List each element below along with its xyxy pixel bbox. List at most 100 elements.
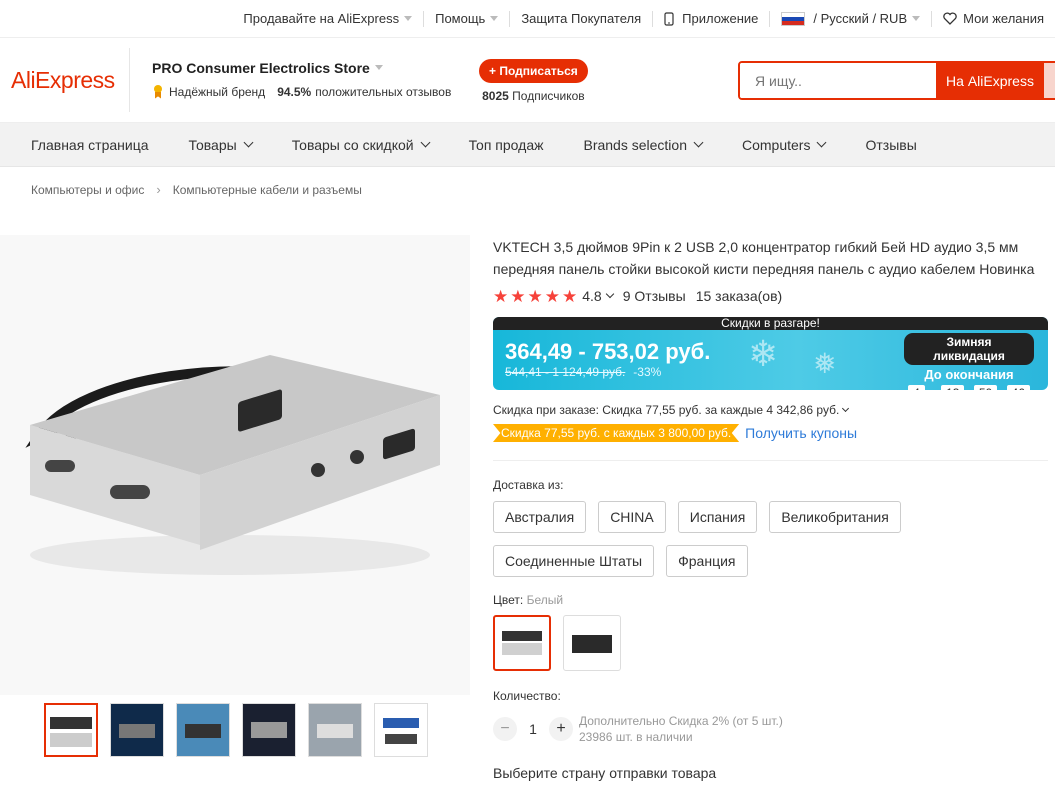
bulk-discount-note: Дополнительно Скидка 2% (от 5 шт.) bbox=[579, 714, 783, 728]
chevron-down-icon bbox=[693, 137, 704, 148]
subscribers: 8025 Подписчиков bbox=[479, 89, 588, 103]
order-discount-line[interactable]: Скидка при заказе: Скидка 77,55 руб. за … bbox=[493, 403, 1048, 417]
help-label: Помощь bbox=[435, 11, 486, 26]
timer-days-unit: д. bbox=[928, 386, 938, 390]
breadcrumb-cables[interactable]: Компьютерные кабели и разъемы bbox=[173, 183, 362, 197]
rating-value[interactable]: 4.8 bbox=[582, 288, 601, 304]
breadcrumb-computers[interactable]: Компьютеры и офис bbox=[31, 183, 144, 197]
subscribe-block: + Подписаться 8025 Подписчиков bbox=[479, 59, 588, 103]
thumbnail-1[interactable] bbox=[44, 703, 98, 757]
locale-label: / Русский / RUB bbox=[813, 11, 908, 26]
ship-from-usa[interactable]: Соединенные Штаты bbox=[493, 545, 655, 577]
thumbnail-4[interactable] bbox=[242, 703, 296, 757]
divider bbox=[493, 460, 1048, 461]
product-image[interactable] bbox=[0, 235, 470, 695]
countdown-timer: 4 д. 13: 50: 46 bbox=[904, 385, 1034, 390]
aliexpress-logo[interactable]: AliExpress bbox=[0, 48, 130, 112]
thumbnail-3[interactable] bbox=[176, 703, 230, 757]
color-option-white[interactable] bbox=[493, 615, 551, 671]
timer-hours: 13 bbox=[941, 385, 965, 390]
thumbnail-2[interactable] bbox=[110, 703, 164, 757]
search-bar: На AliExpress В bbox=[738, 61, 1055, 100]
medal-icon bbox=[152, 84, 164, 99]
sell-on-aliexpress-link[interactable]: Продавайте на AliExpress bbox=[232, 11, 423, 27]
chevron-down-icon bbox=[404, 16, 413, 21]
product-info: VKTECH 3,5 дюймов 9Pin к 2 USB 2,0 конце… bbox=[493, 236, 1048, 781]
thumbnail-image bbox=[309, 704, 361, 756]
star-icon: ★ bbox=[562, 286, 578, 306]
promo-banner: Скидки в разгаре! ❄ ❅ 364,49 - 753,02 ру… bbox=[493, 317, 1048, 390]
chevron-down-icon bbox=[817, 137, 827, 148]
subscribe-button[interactable]: + Подписаться bbox=[479, 59, 588, 83]
coupon-tag: Скидка 77,55 руб. с каждых 3 800,00 руб. bbox=[493, 424, 740, 442]
buyer-protection-link[interactable]: Защита Покупателя bbox=[509, 10, 652, 27]
thumbnail-5[interactable] bbox=[308, 703, 362, 757]
chevron-down-icon bbox=[243, 137, 254, 148]
nav-sale[interactable]: Товары со скидкой bbox=[272, 137, 449, 153]
nav-computers[interactable]: Computers bbox=[722, 137, 845, 153]
nav-products[interactable]: Товары bbox=[169, 137, 272, 153]
timer-days: 4 bbox=[908, 385, 925, 390]
app-label: Приложение bbox=[682, 11, 759, 26]
quantity-plus-button[interactable]: + bbox=[549, 717, 573, 741]
countdown-block: Зимняя ликвидация До окончания 4 д. 13: … bbox=[904, 333, 1034, 390]
nav-brands[interactable]: Brands selection bbox=[563, 137, 722, 153]
thumbnail-6[interactable] bbox=[374, 703, 428, 757]
quantity-value[interactable]: 1 bbox=[517, 721, 549, 737]
color-option-black[interactable] bbox=[563, 615, 621, 671]
sell-label: Продавайте на AliExpress bbox=[243, 11, 400, 26]
quantity-minus-button[interactable]: − bbox=[493, 717, 517, 741]
top-utility-bar: Продавайте на AliExpress Помощь Защита П… bbox=[0, 0, 1055, 38]
search-aliexpress-button[interactable]: На AliExpress bbox=[936, 63, 1044, 98]
ship-from-options: Австралия CHINA Испания Великобритания С… bbox=[493, 501, 933, 577]
subscribers-label: Подписчиков bbox=[512, 89, 585, 103]
store-name: PRO Consumer Electrolics Store bbox=[152, 59, 370, 76]
chevron-right-icon: › bbox=[156, 182, 161, 197]
color-swatch-image bbox=[502, 631, 542, 655]
search-store-button[interactable]: В bbox=[1044, 63, 1055, 98]
nav-label: Главная страница bbox=[31, 136, 149, 153]
ship-from-spain[interactable]: Испания bbox=[677, 501, 758, 533]
orders-count: 15 заказа(ов) bbox=[695, 288, 783, 304]
store-name-link[interactable]: PRO Consumer Electrolics Store bbox=[152, 60, 451, 76]
color-value: Белый bbox=[526, 593, 564, 607]
snowflake-icon: ❅ bbox=[813, 348, 837, 379]
locale-selector[interactable]: / Русский / RUB bbox=[769, 10, 931, 27]
nav-home[interactable]: Главная страница bbox=[0, 137, 169, 153]
search-input[interactable] bbox=[740, 63, 936, 98]
winter-sale-badge: Зимняя ликвидация bbox=[904, 333, 1034, 365]
thumbnail-image bbox=[50, 717, 92, 747]
price-range: 364,49 - 753,02 руб. bbox=[505, 339, 711, 364]
store-meta: Надёжный бренд 94.5% положительных отзыв… bbox=[152, 84, 451, 99]
timer-seconds: 46 bbox=[1006, 385, 1030, 390]
chevron-down-icon bbox=[420, 137, 431, 148]
product-title: VKTECH 3,5 дюймов 9Pin к 2 USB 2,0 конце… bbox=[493, 239, 1035, 277]
nav-top-sellers[interactable]: Топ продаж bbox=[449, 137, 564, 153]
nav-label: Computers bbox=[742, 136, 811, 153]
star-icon: ★ bbox=[544, 286, 560, 306]
get-coupons-link[interactable]: Получить купоны bbox=[745, 425, 857, 441]
ship-from-uk[interactable]: Великобритания bbox=[769, 501, 901, 533]
help-menu[interactable]: Помощь bbox=[423, 10, 509, 27]
store-header: AliExpress PRO Consumer Electrolics Stor… bbox=[0, 38, 1055, 123]
thumbnail-image bbox=[375, 704, 427, 756]
thumbnail-image bbox=[111, 704, 163, 756]
coupon-row: Скидка 77,55 руб. с каждых 3 800,00 руб.… bbox=[493, 424, 1048, 442]
nav-reviews[interactable]: Отзывы bbox=[845, 137, 936, 153]
thumbnail-strip bbox=[44, 703, 428, 757]
ship-from-china[interactable]: CHINA bbox=[598, 501, 666, 533]
phone-icon bbox=[664, 11, 674, 26]
wishlist-link[interactable]: Мои желания bbox=[931, 10, 1055, 27]
ship-from-australia[interactable]: Австралия bbox=[493, 501, 587, 533]
chevron-down-icon bbox=[912, 16, 921, 21]
ship-from-france[interactable]: Франция bbox=[666, 545, 748, 577]
logo-text: AliExpress bbox=[11, 66, 115, 93]
ship-from-label: Доставка из: bbox=[493, 478, 564, 492]
nav-label: Товары bbox=[188, 136, 237, 153]
reviews-count[interactable]: 9 Отзывы bbox=[623, 288, 686, 304]
nav-label: Топ продаж bbox=[468, 136, 544, 153]
ship-to-prompt[interactable]: Выберите страну отправки товара bbox=[493, 765, 1048, 781]
chevron-down-icon bbox=[374, 65, 383, 70]
app-link[interactable]: Приложение bbox=[652, 10, 769, 27]
promo-top-label: Скидки в разгаре! bbox=[493, 317, 1048, 330]
